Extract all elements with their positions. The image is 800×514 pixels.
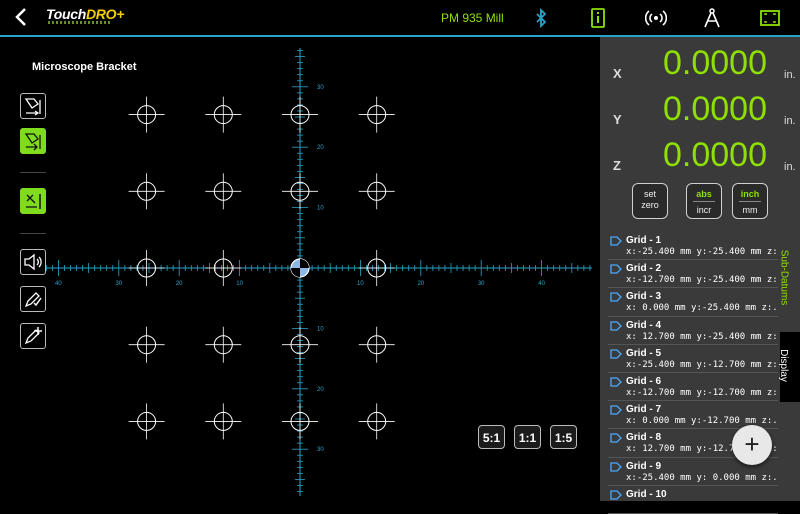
bluetooth-icon[interactable]: [530, 7, 552, 29]
zoom-5-1-button[interactable]: 5:1: [478, 425, 505, 449]
set-zero-top-label: set: [643, 189, 656, 199]
z-axis-unit: in.: [784, 161, 796, 173]
z-axis-value[interactable]: 0.0000: [663, 136, 767, 175]
x-axis-label: X: [613, 66, 622, 81]
compass-icon[interactable]: [701, 7, 723, 29]
y-tick-label: 30: [317, 447, 324, 453]
subdatum-name: Grid - 9: [626, 460, 662, 472]
y-tick-label: 10: [317, 206, 324, 212]
tab-display[interactable]: Display: [777, 332, 800, 402]
subdatum-name: Grid - 4: [626, 319, 662, 331]
inch-mm-toggle[interactable]: inch mm: [732, 183, 768, 219]
edit-check-icon[interactable]: [20, 286, 46, 312]
broadcast-icon[interactable]: [644, 7, 668, 29]
list-item[interactable]: Grid - 6x:-12.700 mm y:-12.700 mm z:...: [608, 373, 778, 402]
subdatum-coords: x:-25.400 mm y: 0.000 mm z:...: [626, 472, 776, 483]
subdatum-coords: x: 0.000 mm y:-25.400 mm z:...: [626, 303, 776, 314]
list-item[interactable]: Grid - 1x:-25.400 mm y:-25.400 mm z:...: [608, 232, 778, 261]
list-item[interactable]: Grid - 4x: 12.700 mm y:-25.400 mm z:...: [608, 317, 778, 345]
logo-text-dro: DRO: [85, 6, 117, 22]
x-tick-label: 10: [236, 281, 243, 287]
tag-icon: [610, 264, 622, 274]
x-tick-label: 30: [115, 281, 122, 287]
subdatum-name: Grid - 10: [626, 488, 667, 500]
align-tool-button[interactable]: [20, 128, 46, 154]
z-axis-label: Z: [613, 158, 621, 173]
subdatum-coords: x:-25.400 mm y:-12.700 mm z:...: [626, 359, 776, 370]
origin-quadrant: [291, 268, 300, 277]
subdatum-coords: x:-12.700 mm y:-12.700 mm z:...: [626, 387, 776, 398]
y-tick-label: 10: [317, 326, 324, 332]
abs-label: abs: [696, 189, 712, 199]
subdatum-name: Grid - 6: [626, 375, 662, 387]
subdatum-name: Grid - 3: [626, 291, 662, 303]
subdatum-coords: x:-12.700 mm y:-25.400 mm z:...: [626, 275, 776, 286]
x-axis-value[interactable]: 0.0000: [663, 44, 767, 83]
list-item[interactable]: Grid - 5x:-25.400 mm y:-12.700 mm z:...: [608, 345, 778, 373]
subdatum-coords: x:-25.400 mm y:-25.400 mm z:...: [626, 247, 776, 257]
tool-divider: [20, 233, 46, 234]
info-icon[interactable]: [587, 7, 609, 29]
display-tab-label: Display: [777, 349, 789, 382]
app-logo: TouchDRO+: [46, 6, 125, 24]
x-tick-label: 20: [417, 281, 424, 287]
y-tick-label: 20: [317, 145, 324, 151]
move-tool-button[interactable]: [20, 93, 46, 119]
set-zero-button[interactable]: set zero: [632, 183, 668, 219]
y-tick-label: 20: [317, 387, 324, 393]
subdatum-name: Grid - 2: [626, 263, 662, 275]
y-axis-unit: in.: [784, 115, 796, 127]
zoom-1-1-button[interactable]: 1:1: [514, 425, 541, 449]
inch-label: inch: [740, 189, 760, 199]
abs-incr-toggle[interactable]: abs incr: [686, 183, 722, 219]
tag-icon: [610, 377, 622, 387]
list-item[interactable]: Grid - 10: [608, 486, 778, 514]
x-axis-unit: in.: [784, 69, 796, 81]
list-item[interactable]: Grid - 2x:-12.700 mm y:-25.400 mm z:...: [608, 260, 778, 289]
add-subdatum-button[interactable]: +: [732, 425, 772, 465]
x-tick-label: 30: [478, 281, 485, 287]
subdatum-name: Grid - 5: [626, 347, 662, 359]
tag-icon: [610, 490, 622, 500]
x-tick-label: 40: [55, 281, 62, 287]
speaker-icon[interactable]: [20, 249, 46, 275]
tag-icon: [610, 433, 622, 443]
sub-datums-tab-label: Sub-Datums: [778, 249, 790, 306]
tag-icon: [610, 292, 622, 303]
tag-icon: [610, 461, 622, 472]
subdatum-name: Grid - 8: [626, 432, 662, 444]
y-tick-label: 30: [317, 85, 324, 91]
tag-icon: [610, 236, 622, 246]
x-tick-label: 40: [538, 281, 545, 287]
tab-sub-datums[interactable]: Sub-Datums: [776, 249, 798, 312]
subdatum-coords: x: 12.700 mm y:-25.400 mm z:...: [626, 331, 776, 342]
incr-label: incr: [696, 205, 712, 215]
subdatum-name: Grid - 1: [626, 235, 662, 246]
grid-drawing[interactable]: 40 30 20 10 10 20 30 40 30 20 10 10 20 30: [0, 37, 600, 501]
origin-quadrant: [300, 259, 309, 268]
fullscreen-icon[interactable]: [759, 7, 781, 29]
tag-icon: [610, 405, 622, 415]
tag-icon: [610, 320, 622, 331]
x-tick-label: 20: [176, 281, 183, 287]
datum-tool-button[interactable]: [20, 188, 46, 214]
edit-add-icon[interactable]: [20, 323, 46, 349]
mm-label: mm: [742, 205, 758, 215]
list-item[interactable]: Grid - 3 x: 0.000 mm y:-25.400 mm z:...: [608, 288, 778, 317]
drawing-canvas[interactable]: 40 30 20 10 10 20 30 40 30 20 10 10 20 30: [0, 37, 600, 501]
machine-name[interactable]: PM 935 Mill: [441, 11, 504, 25]
tag-icon: [610, 349, 622, 359]
back-arrow-icon[interactable]: [12, 6, 32, 28]
zoom-1-5-button[interactable]: 1:5: [550, 425, 577, 449]
y-axis-label: Y: [613, 112, 622, 127]
top-bar: TouchDRO+ PM 935 Mill: [0, 0, 800, 37]
project-title: Microscope Bracket: [32, 61, 137, 73]
subdatum-name: Grid - 7: [626, 404, 662, 416]
x-tick-label: 10: [357, 281, 364, 287]
tool-divider: [20, 172, 46, 173]
subdatum-list[interactable]: Grid - 1x:-25.400 mm y:-25.400 mm z:...G…: [608, 232, 778, 514]
set-zero-bottom-label: zero: [641, 200, 659, 210]
logo-text-touch: Touch: [46, 6, 86, 22]
y-axis-value[interactable]: 0.0000: [663, 90, 767, 129]
